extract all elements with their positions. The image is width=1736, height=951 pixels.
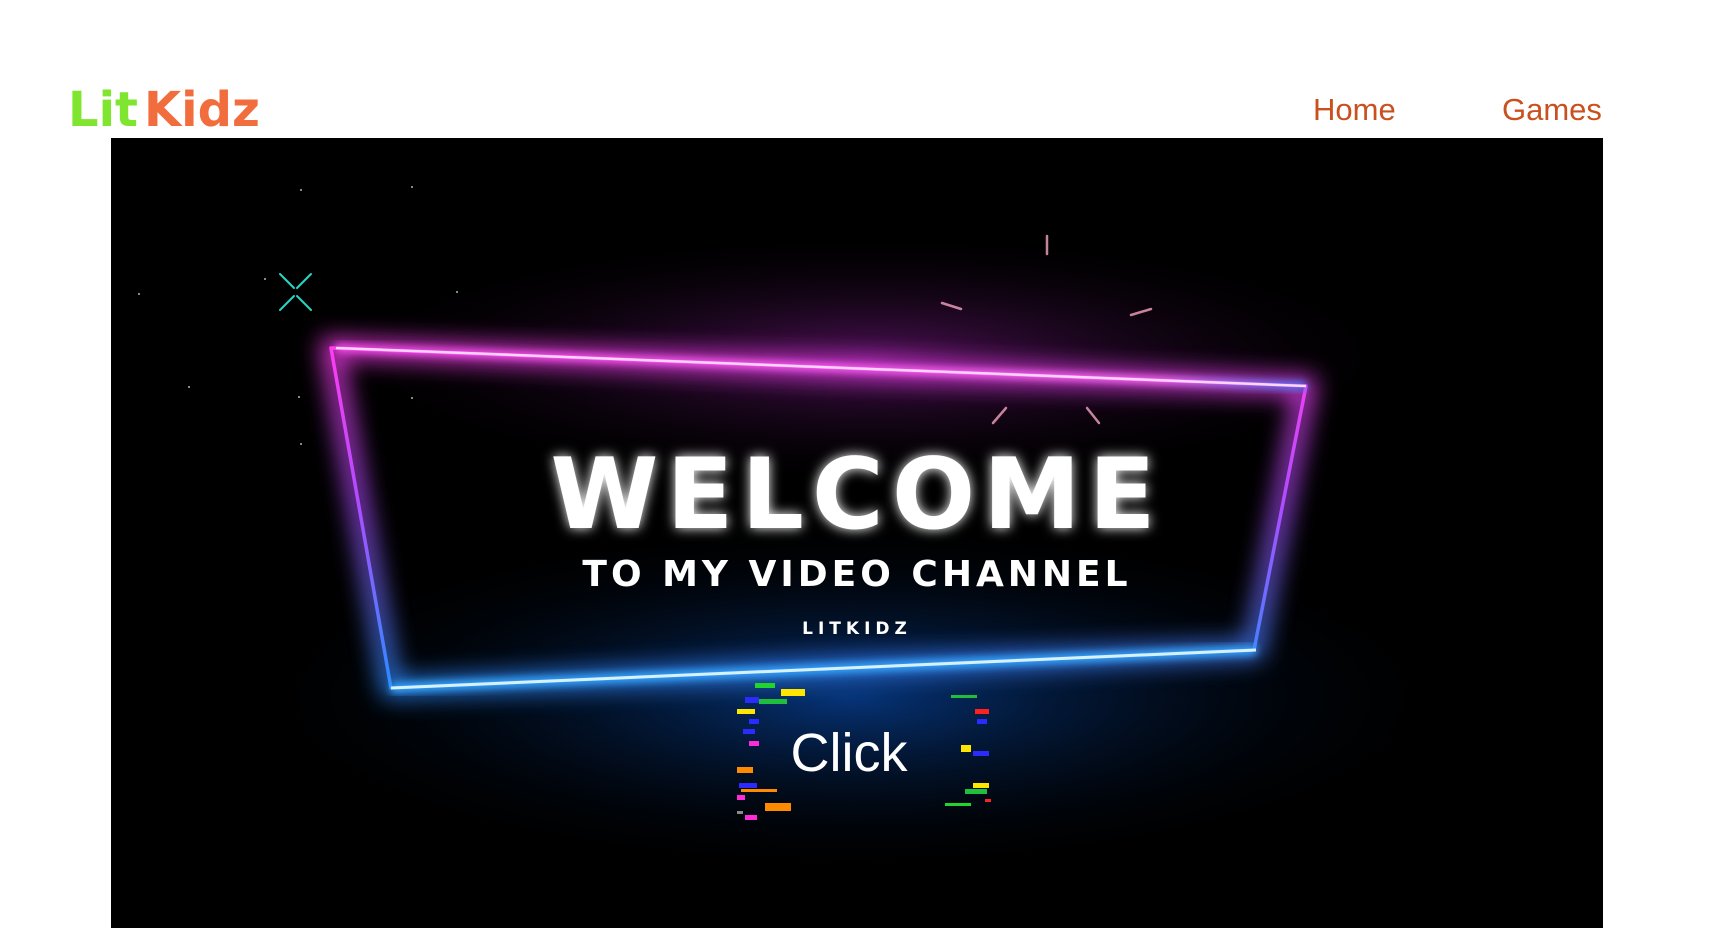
sparkle-x-icon xyxy=(279,273,312,311)
channel-name: LITKIDZ xyxy=(802,619,912,639)
click-button-label: Click xyxy=(790,723,908,783)
logo-lit: Lit xyxy=(68,82,138,138)
video-banner[interactable]: WELCOME TO MY VIDEO CHANNEL LITKIDZ Clic… xyxy=(111,138,1603,928)
nav-home-link[interactable]: Home xyxy=(1313,92,1396,128)
logo-kidz: Kidz xyxy=(143,82,260,138)
subheadline: TO MY VIDEO CHANNEL xyxy=(582,554,1131,595)
welcome-headline: WELCOME xyxy=(550,438,1163,552)
nav-games-link[interactable]: Games xyxy=(1502,92,1602,128)
click-button[interactable]: Click xyxy=(719,683,991,823)
site-logo[interactable]: Lit Kidz xyxy=(68,84,260,136)
